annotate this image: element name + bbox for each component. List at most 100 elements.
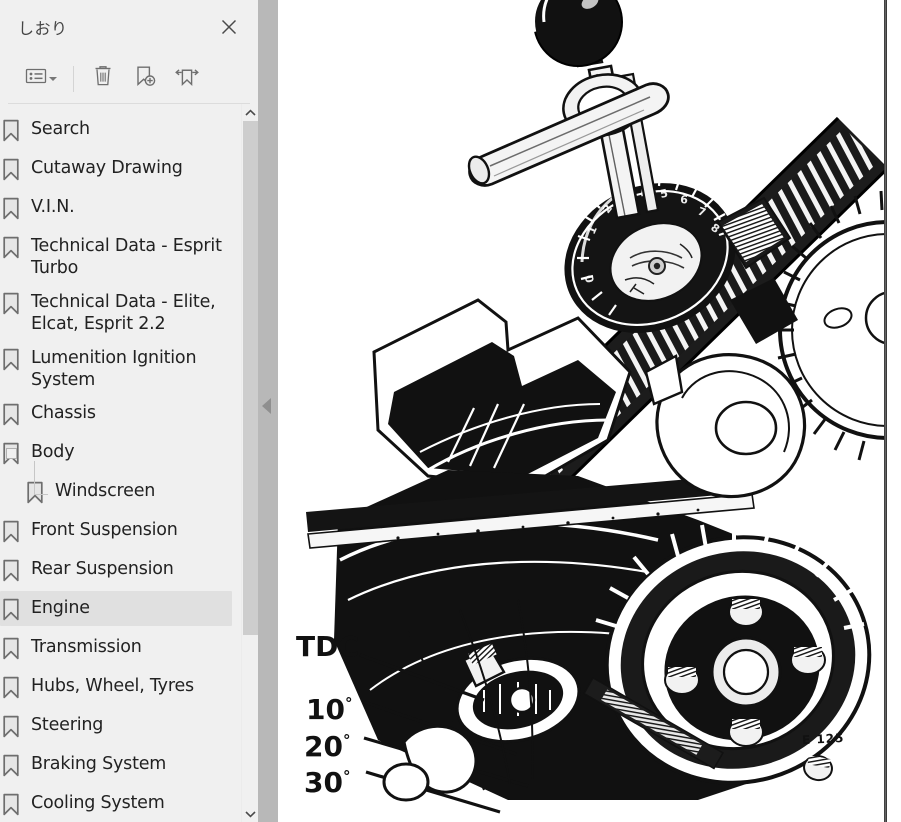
bookmark-label: Hubs, Wheel, Tyres xyxy=(31,676,194,697)
trash-icon xyxy=(92,64,114,93)
bookmark-label: Cooling System xyxy=(31,793,165,814)
document-view[interactable]: 2 3 4 5 6 7 8 1 0 xyxy=(278,0,901,822)
bookmark-item-engine[interactable]: Engine xyxy=(0,591,232,630)
svg-text:6: 6 xyxy=(680,193,689,207)
bookmarks-panel-header: しおり xyxy=(0,0,258,54)
bookmark-icon xyxy=(0,597,22,621)
panel-splitter[interactable] xyxy=(258,0,278,822)
bookmark-row-hit[interactable]: Front Suspension xyxy=(0,513,232,548)
bookmark-row-hit[interactable]: Steering xyxy=(0,708,232,743)
annotation-tdc: TDC xyxy=(296,630,359,663)
annotation-30-degrees: 30° xyxy=(304,766,351,799)
add-bookmark-button[interactable] xyxy=(125,59,165,99)
chevron-down-icon xyxy=(245,805,256,822)
bookmarks-scrollbar[interactable] xyxy=(241,104,258,822)
bookmark-row-hit[interactable]: Cooling System xyxy=(0,786,232,821)
expand-collapse-toggle[interactable] xyxy=(6,448,17,460)
collapse-left-icon[interactable] xyxy=(262,398,271,414)
bookmark-item-hubs-wheel-tyres[interactable]: Hubs, Wheel, Tyres xyxy=(0,669,232,708)
bookmark-label: Lumenition Ignition System xyxy=(31,347,197,390)
pdf-reader-window: しおり Search Cutaway Drawing V.I.N. Techni… xyxy=(0,0,901,822)
bookmark-label: Front Suspension xyxy=(31,520,178,541)
bookmark-row-hit[interactable]: Rear Suspension xyxy=(0,552,232,587)
bookmark-row-hit[interactable]: Transmission xyxy=(0,630,232,665)
bookmark-icon xyxy=(0,675,22,699)
close-panel-button[interactable] xyxy=(214,12,244,42)
expand-collapse-bookmark-icon xyxy=(174,64,200,93)
bookmarks-list: Search Cutaway Drawing V.I.N. Technical Dat… xyxy=(0,104,232,822)
annotation-20-degrees: 20° xyxy=(304,730,351,763)
bookmark-label: Steering xyxy=(31,715,104,736)
bookmarks-toolbar xyxy=(8,54,250,104)
bookmark-row-hit[interactable]: Technical Data - Esprit Turbo xyxy=(0,229,232,285)
bookmark-item-cooling-system[interactable]: Cooling System xyxy=(0,786,232,822)
bookmark-item-rear-suspension[interactable]: Rear Suspension xyxy=(0,552,232,591)
bookmark-row-hit[interactable]: Chassis xyxy=(0,396,232,431)
figure-reference: E 125 xyxy=(801,730,845,748)
bookmark-icon xyxy=(0,347,22,371)
page-right-edge xyxy=(884,0,887,822)
bookmark-icon xyxy=(0,118,22,142)
tree-connector-horizontal xyxy=(34,494,48,496)
bookmarks-panel: しおり Search Cutaway Drawing V.I.N. Techni… xyxy=(0,0,258,822)
scrollbar-thumb[interactable] xyxy=(243,121,258,635)
list-options-icon xyxy=(25,67,47,90)
chevron-down-icon xyxy=(49,76,57,81)
delete-bookmark-button[interactable] xyxy=(83,59,123,99)
bookmark-row-hit[interactable]: Windscreen xyxy=(24,474,232,509)
bookmark-item-v-i-n[interactable]: V.I.N. xyxy=(0,190,232,229)
toolbar-separator xyxy=(73,65,74,92)
bookmark-label: Cutaway Drawing xyxy=(31,158,183,178)
bookmark-label: Rear Suspension xyxy=(31,559,174,580)
bookmark-row-hit[interactable]: Technical Data - Elite, Elcat, Esprit 2.… xyxy=(0,285,232,341)
expand-collapse-bookmarks-button[interactable] xyxy=(167,59,207,99)
bookmark-item-chassis[interactable]: Chassis xyxy=(0,396,232,435)
bookmark-item-technical-data-esprit-turbo[interactable]: Technical Data - Esprit Turbo xyxy=(0,229,232,285)
bookmark-label: Technical Data - Elite, Elcat, Esprit 2.… xyxy=(31,291,216,335)
bookmark-row-hit[interactable]: Braking System xyxy=(0,747,232,782)
bookmark-icon xyxy=(0,157,22,181)
bookmark-row-hit[interactable]: Cutaway Drawing xyxy=(0,151,232,186)
chevron-up-icon xyxy=(245,104,256,122)
pdf-page: 2 3 4 5 6 7 8 1 0 xyxy=(278,0,901,822)
bookmark-label: Engine xyxy=(31,598,90,619)
bookmark-row-hit[interactable]: Hubs, Wheel, Tyres xyxy=(0,669,232,704)
bookmark-item-body[interactable]: Body xyxy=(0,435,232,496)
bookmark-label: Braking System xyxy=(31,754,167,775)
bookmark-row-hit[interactable]: Engine xyxy=(0,591,232,627)
bookmark-options-button[interactable] xyxy=(18,59,64,99)
bookmark-item-cutaway-drawing[interactable]: Cutaway Drawing xyxy=(0,151,232,190)
bookmark-item-transmission[interactable]: Transmission xyxy=(0,630,232,669)
bookmark-item-steering[interactable]: Steering xyxy=(0,708,232,747)
bookmark-icon xyxy=(0,636,22,660)
bookmark-item-technical-data-elite-elcat-esprit-2-2[interactable]: Technical Data - Elite, Elcat, Esprit 2.… xyxy=(0,285,232,341)
bookmark-item-front-suspension[interactable]: Front Suspension xyxy=(0,513,232,552)
bookmark-label: Search xyxy=(31,119,90,139)
bookmarks-list-container: Search Cutaway Drawing V.I.N. Technical Dat… xyxy=(0,104,258,822)
bookmark-label: Transmission xyxy=(31,637,142,658)
bookmark-row-hit[interactable]: V.I.N. xyxy=(0,190,232,225)
bookmark-icon xyxy=(0,792,22,816)
bookmark-label: Technical Data - Esprit Turbo xyxy=(31,236,222,279)
scroll-down-button[interactable] xyxy=(242,805,258,822)
bookmark-label: Chassis xyxy=(31,403,96,424)
add-bookmark-icon xyxy=(133,64,157,93)
bookmark-label: Body xyxy=(31,442,75,463)
close-icon xyxy=(219,17,239,37)
bookmark-icon xyxy=(0,558,22,582)
engine-illustration: 2 3 4 5 6 7 8 1 0 xyxy=(278,0,886,822)
annotation-10-degrees: 10° xyxy=(306,693,353,726)
bookmark-icon xyxy=(0,519,22,543)
bookmark-item-braking-system[interactable]: Braking System xyxy=(0,747,232,786)
scroll-up-button[interactable] xyxy=(242,104,258,121)
bookmark-label: V.I.N. xyxy=(31,197,75,217)
bookmark-icon xyxy=(0,235,22,259)
bookmark-icon xyxy=(0,753,22,777)
bookmark-icon xyxy=(0,714,22,738)
bookmark-row-hit[interactable]: Search xyxy=(0,112,232,147)
bookmark-row-hit[interactable]: Lumenition Ignition System xyxy=(0,341,232,397)
bookmark-icon xyxy=(24,480,46,504)
bookmark-item-search[interactable]: Search xyxy=(0,112,232,151)
bookmark-icon xyxy=(0,291,22,315)
bookmark-item-lumenition-ignition-system[interactable]: Lumenition Ignition System xyxy=(0,341,232,397)
